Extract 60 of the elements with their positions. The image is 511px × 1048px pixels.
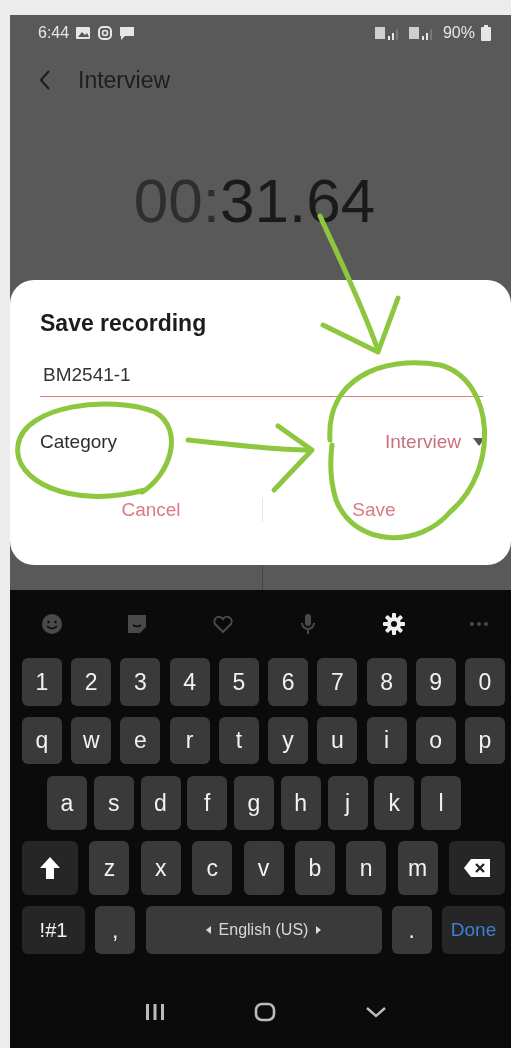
key[interactable]: z [89, 841, 130, 895]
key[interactable]: j [327, 776, 368, 830]
key[interactable]: r [169, 717, 210, 764]
key[interactable]: 2 [71, 658, 112, 706]
key[interactable]: s [93, 776, 134, 830]
caret-icon [473, 438, 485, 446]
key[interactable]: c [192, 841, 233, 895]
symbols-key[interactable]: !#1 [22, 906, 85, 954]
key[interactable]: d [140, 776, 181, 830]
key[interactable]: 0 [464, 658, 505, 706]
left-triangle-icon [205, 926, 211, 934]
key[interactable]: . [391, 906, 432, 954]
shift-key[interactable] [22, 841, 78, 895]
dialog-title: Save recording [40, 310, 208, 338]
key[interactable]: 1 [22, 658, 62, 706]
key[interactable]: k [374, 776, 415, 830]
key[interactable]: g [234, 776, 274, 830]
done-key[interactable]: Done [442, 906, 505, 954]
key[interactable]: b [294, 841, 335, 895]
space-key[interactable]: English (US) [145, 906, 382, 954]
clock-time: 6:44 [38, 23, 70, 42]
battery-icon [481, 24, 491, 41]
key[interactable]: 5 [218, 658, 259, 706]
key[interactable]: a [47, 776, 87, 830]
key[interactable]: 8 [366, 658, 407, 706]
key[interactable]: e [120, 717, 161, 764]
key[interactable]: 9 [415, 658, 456, 706]
key[interactable]: m [397, 841, 438, 895]
key[interactable]: f [187, 776, 228, 830]
key[interactable]: l [421, 776, 461, 830]
backspace-key[interactable] [449, 841, 505, 895]
key[interactable]: y [268, 717, 309, 764]
shift-icon [39, 856, 61, 880]
battery-level: 90% [442, 23, 475, 42]
settings-icon[interactable] [381, 612, 406, 636]
key[interactable]: q [22, 717, 62, 764]
key[interactable]: 6 [268, 658, 309, 706]
gallery-icon [75, 25, 92, 40]
key[interactable]: 4 [169, 658, 210, 706]
key[interactable]: u [317, 717, 358, 764]
key[interactable]: 7 [317, 658, 358, 706]
key[interactable]: t [218, 717, 259, 764]
message-icon [119, 24, 136, 41]
key[interactable]: h [280, 776, 321, 830]
key[interactable]: x [140, 841, 181, 895]
category-label: Category [40, 431, 119, 453]
back-icon[interactable] [38, 69, 52, 91]
right-triangle-icon [316, 926, 322, 934]
key[interactable]: , [95, 906, 136, 954]
key[interactable]: i [366, 717, 407, 764]
backspace-icon [463, 858, 491, 878]
name-field[interactable]: BM2541-1 [40, 364, 483, 397]
key[interactable]: n [346, 841, 387, 895]
camera-icon [97, 24, 114, 41]
key[interactable]: v [243, 841, 284, 895]
key[interactable]: 3 [120, 658, 161, 706]
screen-title: Interview [78, 66, 171, 94]
key[interactable]: w [71, 717, 112, 764]
key[interactable]: p [464, 717, 505, 764]
key[interactable]: o [415, 717, 456, 764]
